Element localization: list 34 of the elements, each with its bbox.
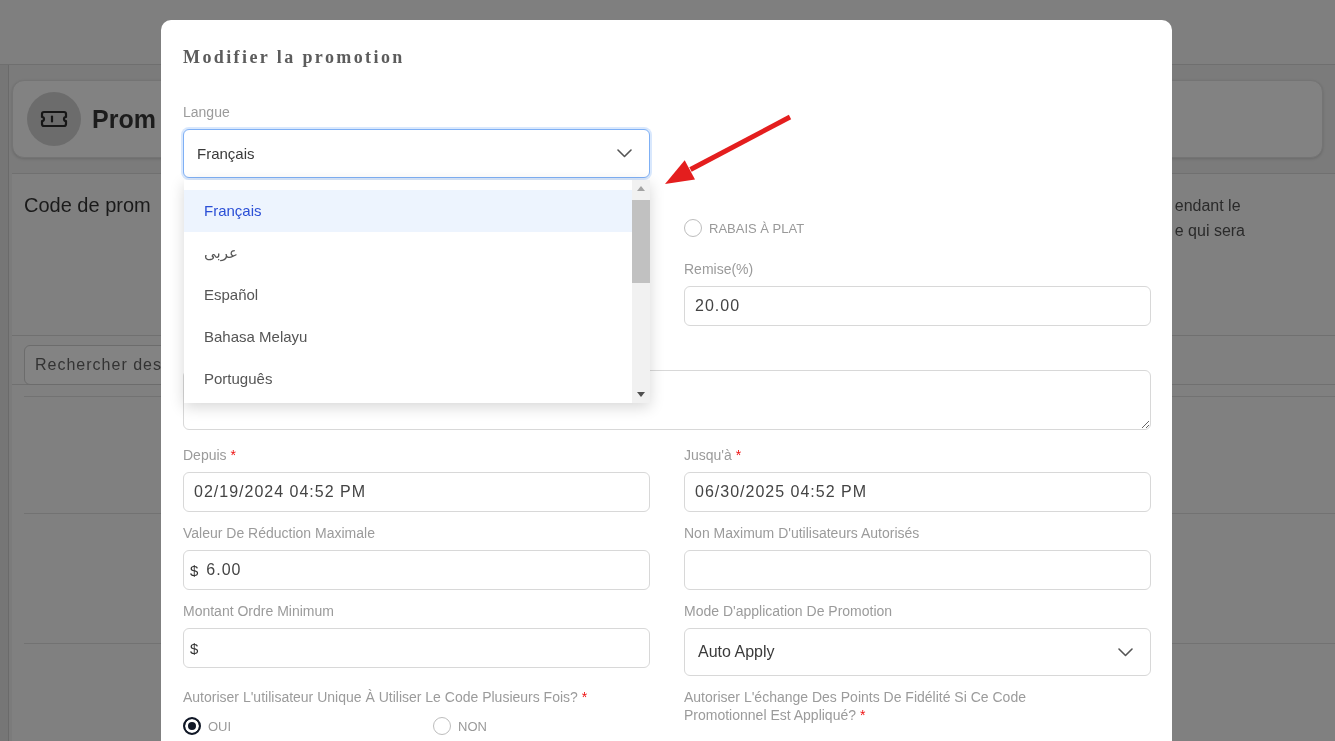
input-field[interactable]: $ [183, 628, 650, 668]
field-label: Jusqu'à * [684, 446, 742, 464]
scrollbar[interactable] [632, 180, 650, 403]
ticket-icon [27, 92, 81, 146]
field-label: Autoriser L'utilisateur Unique À Utiliser Le Code Plusieurs Fois? * [183, 688, 588, 706]
scroll-down-arrow-icon[interactable] [637, 392, 645, 397]
language-option[interactable]: Français [184, 190, 632, 232]
chevron-down-icon [617, 149, 632, 158]
language-option[interactable]: Español [184, 274, 632, 316]
input-field[interactable]: 06/30/2025 04:52 PM [684, 472, 1151, 512]
language-option[interactable]: Bahasa Melayu [184, 316, 632, 358]
field-label: Montant Ordre Minimum [183, 602, 334, 620]
dialog-title: Modifier la promotion [183, 46, 405, 69]
language-select[interactable]: Français [183, 129, 650, 178]
field-label: Valeur De Réduction Maximale [183, 524, 375, 542]
language-option[interactable]: عربى [184, 232, 632, 274]
field-label: Non Maximum D'utilisateurs Autorisés [684, 524, 920, 542]
field-label: Remise(%) [684, 260, 754, 278]
input-field[interactable]: 20.00 [684, 286, 1151, 326]
input-field[interactable]: $ 6.00 [183, 550, 650, 590]
chevron-down-icon [1118, 647, 1133, 657]
field-label: Langue [183, 103, 230, 121]
page-title: Prom [92, 104, 156, 134]
scroll-up-arrow-icon[interactable] [637, 186, 645, 191]
input-field[interactable]: 02/19/2024 04:52 PM [183, 472, 650, 512]
scrollbar-thumb[interactable] [632, 200, 650, 283]
field-label: Autoriser L'échange Des Points De Fidélité Si Ce Code Promotionnel Est Appliqué? * [684, 688, 1027, 724]
field-label: Mode D'application De Promotion [684, 602, 893, 620]
input-field[interactable] [684, 550, 1151, 590]
section-heading: Code de prom [24, 193, 151, 217]
description-text: endant le e qui sera [1174, 196, 1245, 241]
language-option[interactable]: Português [184, 358, 632, 400]
field-label: Depuis * [183, 446, 236, 464]
dropdown-select[interactable]: Auto Apply [684, 628, 1151, 676]
